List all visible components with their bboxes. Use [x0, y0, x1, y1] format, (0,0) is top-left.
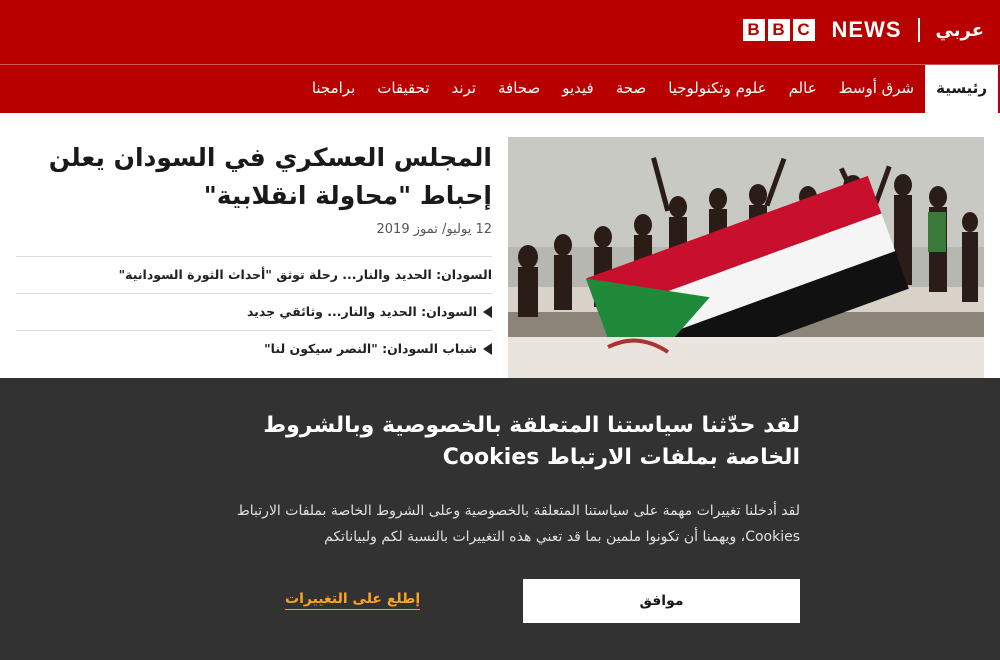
agree-button[interactable]: موافق — [523, 579, 800, 623]
top-story: المجلس العسكري في السودان يعلن إحباط "مح… — [0, 113, 1000, 378]
related-link-title: السودان: الحديد والنار... وثائقي جديد — [246, 304, 477, 319]
play-icon — [483, 343, 492, 355]
play-icon — [483, 306, 492, 318]
bbc-logo-letter: B — [767, 19, 790, 41]
service-name: عربي — [935, 19, 984, 41]
bbc-logo-letter: C — [792, 19, 815, 41]
related-link[interactable]: شباب السودان: "النصر سيكون لنا" — [16, 330, 492, 367]
bbc-logo-letter: B — [742, 19, 765, 41]
bbc-logo: B B C — [742, 19, 815, 41]
nav-item-home[interactable]: رئيسية — [925, 65, 998, 113]
brand[interactable]: B B C NEWS عربي — [742, 17, 984, 43]
article-date: 12 يوليو/ تموز 2019 — [376, 222, 492, 237]
masthead: B B C NEWS عربي — [0, 0, 1000, 64]
crowd-flag-photo-icon — [508, 137, 984, 378]
cookie-banner: لقد حدّثنا سياستنا المتعلقة بالخصوصية وب… — [0, 378, 1000, 660]
cookie-banner-body: لقد أدخلنا تغييرات مهمة على سياستنا المت… — [236, 503, 800, 545]
brand-divider — [917, 18, 920, 42]
nav-item-world[interactable]: عالم — [778, 65, 828, 113]
related-link-title: السودان: الحديد والنار... رحلة توثق "أحد… — [118, 267, 492, 282]
nav-item-press[interactable]: صحافة — [487, 65, 551, 113]
nav-item-middle-east[interactable]: شرق أوسط — [828, 65, 925, 113]
hero-image[interactable] — [508, 137, 984, 378]
main-nav: رئيسية شرق أوسط عالم علوم وتكنولوجيا صحة… — [0, 64, 1000, 113]
nav-item-science-tech[interactable]: علوم وتكنولوجيا — [657, 65, 777, 113]
news-wordmark: NEWS — [831, 17, 902, 42]
article-headline[interactable]: المجلس العسكري في السودان يعلن إحباط "مح… — [22, 139, 492, 215]
related-links: السودان: الحديد والنار... رحلة توثق "أحد… — [16, 256, 492, 367]
related-link[interactable]: السودان: الحديد والنار... رحلة توثق "أحد… — [16, 256, 492, 293]
nav-item-video[interactable]: فيديو — [551, 65, 605, 113]
nav-item-investigations[interactable]: تحقيقات — [366, 65, 440, 113]
cookie-banner-title: لقد حدّثنا سياستنا المتعلقة بالخصوصية وب… — [263, 413, 800, 470]
nav-item-trend[interactable]: ترند — [441, 65, 488, 113]
related-link[interactable]: السودان: الحديد والنار... وثائقي جديد — [16, 293, 492, 330]
nav-item-health[interactable]: صحة — [605, 65, 657, 113]
learn-changes-link[interactable]: إطلع على التغييرات — [285, 591, 421, 610]
nav-item-programmes[interactable]: برامجنا — [301, 65, 366, 113]
related-link-title: شباب السودان: "النصر سيكون لنا" — [264, 341, 477, 356]
